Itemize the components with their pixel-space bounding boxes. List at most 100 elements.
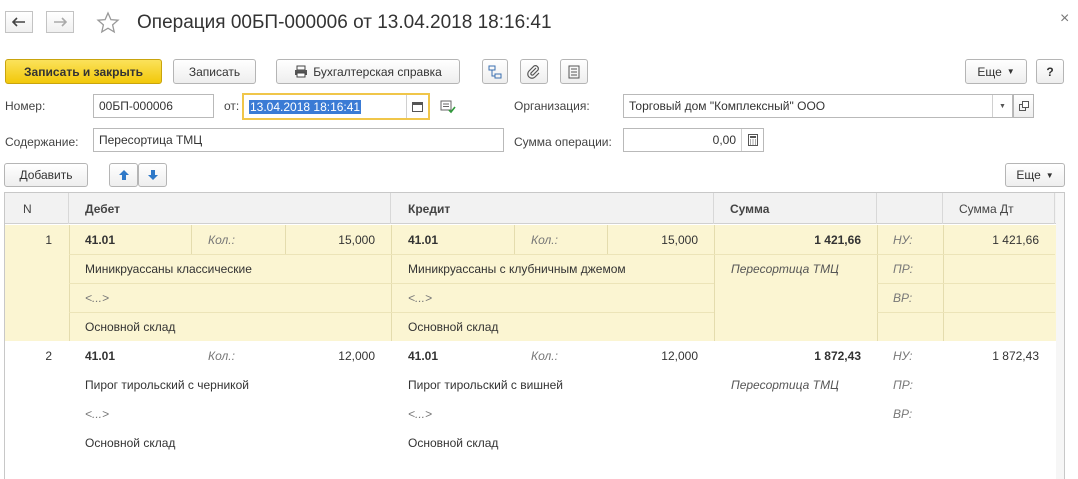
more-button[interactable]: Еще ▼ <box>965 59 1027 84</box>
arrow-left-icon <box>12 17 25 27</box>
entry-sum: 1 872,43 <box>814 348 861 363</box>
credit-subconto-2: <...> <box>408 290 433 305</box>
register-button[interactable] <box>560 59 588 84</box>
debit-warehouse: Основной склад <box>85 319 176 334</box>
date-field[interactable]: 13.04.2018 18:16:41 <box>242 93 430 120</box>
date-value: 13.04.2018 18:16:41 <box>249 99 362 114</box>
calculator-icon <box>747 134 758 146</box>
row-number: 2 <box>45 348 52 363</box>
entries-table[interactable]: N Дебет Кредит Сумма Сумма Дт 1 41.01 Ко… <box>4 192 1065 479</box>
chevron-down-icon: ▼ <box>1045 170 1054 180</box>
arrow-up-icon <box>118 170 129 180</box>
sum-dt-value: 1 872,43 <box>992 348 1039 363</box>
help-button[interactable]: ? <box>1036 59 1064 84</box>
debit-item: Пирог тирольский с черникой <box>85 377 249 392</box>
credit-qty: 15,000 <box>661 232 698 247</box>
vr-label: ВР: <box>893 290 913 305</box>
vr-label: ВР: <box>893 406 913 421</box>
back-button[interactable] <box>5 11 33 33</box>
table-row[interactable]: 1 41.01 Кол.: 15,000 Миникруассаны класс… <box>5 225 1064 341</box>
operation-sum-label: Сумма операции: <box>514 135 612 149</box>
accounting-report-label: Бухгалтерская справка <box>313 64 442 79</box>
nu-label: НУ: <box>893 348 913 363</box>
close-icon[interactable]: × <box>1060 10 1069 28</box>
save-button[interactable]: Записать <box>173 59 256 84</box>
credit-warehouse: Основной склад <box>408 435 499 450</box>
organization-value: Торговый дом "Комплексный" ООО <box>629 99 826 113</box>
column-header-spacer <box>877 193 943 224</box>
date-label: от: <box>224 99 240 113</box>
column-header-sum-dt[interactable]: Сумма Дт <box>943 193 1055 224</box>
add-row-button[interactable]: Добавить <box>4 163 88 187</box>
attach-button[interactable] <box>520 59 548 84</box>
more-label: Еще <box>977 64 1002 79</box>
calendar-button[interactable] <box>406 95 428 118</box>
credit-item: Пирог тирольский с вишней <box>408 377 563 392</box>
structure-button[interactable] <box>482 59 508 84</box>
debit-subconto-2: <...> <box>85 406 110 421</box>
nu-label: НУ: <box>893 232 913 247</box>
column-header-credit[interactable]: Кредит <box>391 193 714 224</box>
debit-warehouse: Основной склад <box>85 435 176 450</box>
pr-label: ПР: <box>893 261 913 276</box>
debit-qty-label: Кол.: <box>208 348 235 363</box>
credit-account: 41.01 <box>408 348 439 363</box>
table-more-button[interactable]: Еще ▼ <box>1005 163 1065 187</box>
paperclip-icon <box>527 64 540 79</box>
organization-label: Организация: <box>514 99 590 113</box>
credit-qty-label: Кол.: <box>531 232 558 247</box>
number-label: Номер: <box>5 99 46 113</box>
arrow-down-icon <box>147 170 158 180</box>
move-up-button[interactable] <box>109 163 138 187</box>
debit-item: Миникруассаны классические <box>85 261 252 276</box>
debit-qty: 15,000 <box>338 232 375 247</box>
column-header-debit[interactable]: Дебет <box>69 193 391 224</box>
content-field[interactable]: Пересортица ТМЦ <box>93 128 504 152</box>
list-document-icon <box>568 65 580 78</box>
move-down-button[interactable] <box>138 163 167 187</box>
debit-account: 41.01 <box>85 232 116 247</box>
page-title: Операция 00БП-000006 от 13.04.2018 18:16… <box>137 12 552 33</box>
arrow-right-icon <box>54 17 67 27</box>
forward-button[interactable] <box>46 11 74 33</box>
chevron-down-icon: ▼ <box>999 102 1006 110</box>
column-header-sum[interactable]: Сумма <box>714 193 877 224</box>
column-header-n[interactable]: N <box>5 193 69 224</box>
credit-account: 41.01 <box>408 232 439 247</box>
favorite-star-icon[interactable] <box>96 11 120 35</box>
organization-dropdown-button[interactable]: ▼ <box>992 95 1012 117</box>
entry-content: Пересортица ТМЦ <box>731 377 839 392</box>
calculator-button[interactable] <box>741 129 763 151</box>
credit-qty: 12,000 <box>661 348 698 363</box>
calendar-icon <box>412 102 423 112</box>
debit-qty-label: Кол.: <box>208 232 235 247</box>
entry-sum: 1 421,66 <box>814 232 861 247</box>
organization-field[interactable]: Торговый дом "Комплексный" ООО ▼ <box>623 94 1013 118</box>
operation-sum-field[interactable]: 0,00 <box>623 128 764 152</box>
credit-qty-label: Кол.: <box>531 348 558 363</box>
credit-warehouse: Основной склад <box>408 319 499 334</box>
organization-open-button[interactable] <box>1013 94 1034 118</box>
accounting-report-button[interactable]: Бухгалтерская справка <box>276 59 460 84</box>
operation-sum-value: 0,00 <box>712 133 736 147</box>
save-and-close-button[interactable]: Записать и закрыть <box>5 59 162 84</box>
table-more-label: Еще <box>1016 168 1041 182</box>
date-sync-icon[interactable] <box>440 100 456 117</box>
table-row[interactable]: 2 41.01 Кол.: 12,000 Пирог тирольский с … <box>5 341 1064 457</box>
entry-content: Пересортица ТМЦ <box>731 261 839 276</box>
number-field[interactable]: 00БП-000006 <box>93 94 214 118</box>
debit-account: 41.01 <box>85 348 116 363</box>
credit-item: Миникруассаны с клубничным джемом <box>408 261 626 276</box>
credit-subconto-2: <...> <box>408 406 433 421</box>
chevron-down-icon: ▼ <box>1006 67 1015 76</box>
pr-label: ПР: <box>893 377 913 392</box>
debit-qty: 12,000 <box>338 348 375 363</box>
row-number: 1 <box>45 232 52 247</box>
table-header: N Дебет Кредит Сумма Сумма Дт <box>5 193 1064 224</box>
debit-subconto-2: <...> <box>85 290 110 305</box>
hierarchy-icon <box>488 65 502 78</box>
sum-dt-value: 1 421,66 <box>992 232 1039 247</box>
table-scrollbar[interactable] <box>1056 193 1064 479</box>
printer-icon <box>295 65 308 78</box>
content-label: Содержание: <box>5 135 79 149</box>
